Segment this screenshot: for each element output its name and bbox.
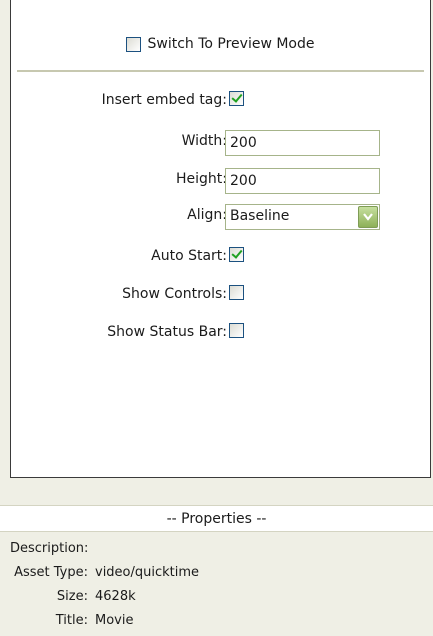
asset-type-row: Asset Type: video/quicktime [0,563,433,585]
title-label: Title: [55,613,88,628]
title-value: Movie [95,613,134,628]
show-status-bar-label: Show Status Bar: [107,324,227,340]
embed-settings-panel: Switch To Preview Mode Insert embed tag:… [10,0,431,478]
preview-mode-checkbox[interactable] [126,36,142,52]
align-label: Align: [187,207,227,223]
auto-start-row: Auto Start: [11,245,430,271]
asset-type-label: Asset Type: [14,565,88,580]
align-select-value: Baseline [230,208,290,224]
chevron-down-icon-glyph [363,213,373,221]
show-status-bar-row: Show Status Bar: [11,321,430,347]
align-select[interactable]: Baseline [225,204,380,230]
height-label: Height: [176,171,227,187]
separator [17,70,424,72]
title-row: Title: Movie [0,611,433,633]
insert-embed-tag-checkbox[interactable] [229,91,244,106]
asset-type-value: video/quicktime [95,565,200,580]
auto-start-label: Auto Start: [151,248,227,264]
width-label: Width: [181,133,227,149]
description-label: Description: [10,541,89,556]
size-row: Size: 4628k [0,587,433,609]
chevron-down-icon[interactable] [358,206,378,228]
show-controls-row: Show Controls: [11,283,430,309]
size-label: Size: [56,589,88,604]
show-controls-checkbox[interactable] [229,285,244,300]
show-status-bar-checkbox[interactable] [229,323,244,338]
show-controls-label: Show Controls: [122,286,227,302]
preview-mode-row[interactable]: Switch To Preview Mode [11,30,430,58]
size-value: 4628k [95,589,136,604]
properties-header: -- Properties -- [0,505,433,532]
height-row: Height: [11,168,430,194]
preview-mode-label: Switch To Preview Mode [147,36,315,52]
width-row: Width: [11,130,430,156]
insert-embed-tag-row: Insert embed tag: [11,89,430,115]
width-input[interactable] [225,130,380,156]
height-input[interactable] [225,168,380,194]
description-row: Description: [0,539,433,561]
auto-start-checkbox[interactable] [229,247,244,262]
align-row: Align: Baseline [11,204,430,230]
insert-embed-tag-label: Insert embed tag: [101,92,227,108]
